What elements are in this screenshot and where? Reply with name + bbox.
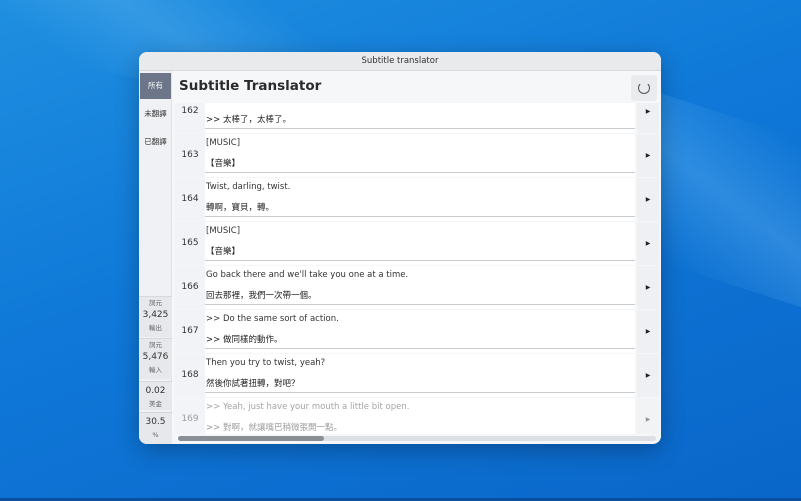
table-row: 169 >> Yeah, just have your mouth a litt… bbox=[172, 398, 661, 434]
row-number: 168 bbox=[175, 354, 205, 397]
sidebar-item-all[interactable]: 所有 bbox=[140, 73, 171, 99]
row-number: 163 bbox=[175, 134, 205, 177]
scrollbar-thumb[interactable] bbox=[178, 436, 324, 441]
play-icon[interactable]: ▶ bbox=[637, 398, 659, 434]
row-number: 167 bbox=[175, 310, 205, 353]
sidebar: 所有 未翻譯 已翻譯 詞元 3,425 輸出 詞元 5,476 輸入 0.02 … bbox=[139, 71, 172, 444]
source-text: Twist, darling, twist. bbox=[206, 182, 291, 192]
source-text: >> Yeah, just have your mouth a little b… bbox=[206, 402, 410, 412]
stat-value: 30.5 bbox=[145, 417, 166, 427]
translation-text[interactable]: >> 做同樣的動作。 bbox=[206, 333, 282, 345]
row-number: 169 bbox=[175, 398, 205, 434]
translation-text[interactable]: 然後你試著扭轉，對吧？ bbox=[206, 377, 300, 389]
source-text: Go back there and we'll take you one at … bbox=[206, 270, 409, 280]
translation-text[interactable]: 回去那裡，我們一次帶一個。 bbox=[206, 289, 317, 301]
window-titlebar: Subtitle translator bbox=[139, 52, 661, 71]
row-number: 166 bbox=[175, 266, 205, 309]
stat-label: 美金 bbox=[149, 400, 162, 408]
row-card[interactable]: [MUSIC] 【音樂】 bbox=[205, 222, 635, 265]
stat-label: 詞元 bbox=[149, 341, 162, 349]
row-card[interactable]: >> Yeah, just have your mouth a little b… bbox=[205, 398, 635, 434]
sidebar-item-translated[interactable]: 已翻譯 bbox=[140, 129, 171, 155]
row-card[interactable]: Then you try to twist, yeah? 然後你試著扭轉，對吧？ bbox=[205, 354, 635, 397]
app-header: Subtitle Translator bbox=[172, 71, 661, 103]
subtitle-list[interactable]: 162 >> 太棒了，太棒了。 ▶ 163 [MUSIC] 【音樂】 ▶ 164… bbox=[172, 103, 661, 434]
horizontal-scrollbar[interactable] bbox=[178, 436, 656, 441]
play-icon[interactable]: ▶ bbox=[637, 178, 659, 221]
table-row: 163 [MUSIC] 【音樂】 ▶ bbox=[172, 134, 661, 177]
play-icon[interactable]: ▶ bbox=[637, 222, 659, 265]
table-row: 162 >> 太棒了，太棒了。 ▶ bbox=[172, 103, 661, 133]
stat-value: 0.02 bbox=[145, 386, 166, 396]
row-card[interactable]: Go back there and we'll take you one at … bbox=[205, 266, 635, 309]
play-icon[interactable]: ▶ bbox=[637, 310, 659, 353]
translation-text[interactable]: >> 太棒了，太棒了。 bbox=[206, 113, 291, 125]
stat-label: % bbox=[152, 431, 159, 439]
table-row: 166 Go back there and we'll take you one… bbox=[172, 266, 661, 309]
stat-input-tokens: 詞元 5,476 輸入 bbox=[139, 338, 172, 379]
row-card[interactable]: >> Do the same sort of action. >> 做同樣的動作… bbox=[205, 310, 635, 353]
translation-text[interactable]: 【音樂】 bbox=[206, 157, 240, 169]
sidebar-item-untranslated[interactable]: 未翻譯 bbox=[140, 101, 171, 127]
app-window: Subtitle translator 所有 未翻譯 已翻譯 詞元 3,425 … bbox=[139, 52, 661, 444]
table-row: 164 Twist, darling, twist. 轉啊，寶貝，轉。 ▶ bbox=[172, 178, 661, 221]
row-card[interactable]: >> 太棒了，太棒了。 bbox=[205, 103, 635, 133]
stat-label: 詞元 bbox=[149, 299, 162, 307]
table-row: 167 >> Do the same sort of action. >> 做同… bbox=[172, 310, 661, 353]
row-card[interactable]: [MUSIC] 【音樂】 bbox=[205, 134, 635, 177]
play-icon[interactable]: ▶ bbox=[637, 354, 659, 397]
row-number: 162 bbox=[175, 103, 205, 133]
row-number: 164 bbox=[175, 178, 205, 221]
play-icon[interactable]: ▶ bbox=[637, 134, 659, 177]
page-title: Subtitle Translator bbox=[179, 78, 322, 94]
source-text: [MUSIC] bbox=[206, 138, 241, 148]
spinner-icon bbox=[638, 82, 650, 94]
loading-button[interactable] bbox=[631, 75, 657, 101]
source-text: [MUSIC] bbox=[206, 226, 241, 236]
play-icon[interactable]: ▶ bbox=[637, 266, 659, 309]
stat-output-tokens: 詞元 3,425 輸出 bbox=[139, 296, 172, 337]
stat-value: 5,476 bbox=[142, 352, 169, 362]
table-row: 168 Then you try to twist, yeah? 然後你試著扭轉… bbox=[172, 354, 661, 397]
row-number: 165 bbox=[175, 222, 205, 265]
translation-text[interactable]: 轉啊，寶貝，轉。 bbox=[206, 201, 274, 213]
stat-cost: 0.02 美金 bbox=[139, 381, 172, 410]
stat-label: 輸入 bbox=[149, 366, 162, 374]
source-text: Then you try to twist, yeah? bbox=[206, 358, 326, 368]
translation-text[interactable]: >> 對啊，就讓嘴巴稍微張開一點。 bbox=[206, 421, 342, 433]
stat-label: 輸出 bbox=[149, 324, 162, 332]
stat-value: 3,425 bbox=[142, 310, 169, 320]
source-text: >> Do the same sort of action. bbox=[206, 314, 339, 324]
translation-text[interactable]: 【音樂】 bbox=[206, 245, 240, 257]
row-card[interactable]: Twist, darling, twist. 轉啊，寶貝，轉。 bbox=[205, 178, 635, 221]
stat-progress: 30.5 % bbox=[139, 412, 172, 444]
table-row: 165 [MUSIC] 【音樂】 ▶ bbox=[172, 222, 661, 265]
play-icon[interactable]: ▶ bbox=[637, 103, 659, 133]
